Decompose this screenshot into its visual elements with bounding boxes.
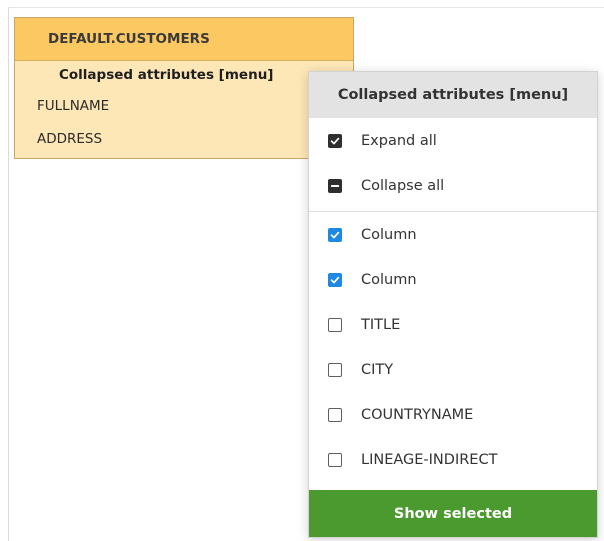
expand-all-item[interactable]: Expand all [309,118,597,163]
menu-title: Collapsed attributes [menu] [309,72,597,118]
attribute-row-address[interactable]: ADDRESS [15,122,353,155]
checked-square-icon [328,133,342,148]
collapsed-attributes-menu-trigger[interactable]: Collapsed attributes [menu] [15,61,353,89]
checkbox-checked-icon[interactable] [328,272,342,287]
collapse-all-item[interactable]: Collapse all [309,163,597,208]
checkbox-unchecked-icon[interactable] [328,362,342,377]
minus-square-icon [328,178,342,193]
entity-title[interactable]: DEFAULT.CUSTOMERS [15,18,353,61]
option-label: COUNTRYNAME [361,406,474,423]
option-label: Column [361,226,417,243]
menu-item-label: Expand all [361,132,437,149]
option-label: LINEAGE-INDIRECT [361,451,498,468]
option-label: CITY [361,361,394,378]
option-title[interactable]: TITLE [309,302,597,347]
collapsed-attributes-menu: Collapsed attributes [menu] Expand all C… [308,71,598,538]
option-label: TITLE [361,316,401,333]
option-countryname[interactable]: COUNTRYNAME [309,392,597,437]
option-lineage-indirect[interactable]: LINEAGE-INDIRECT [309,437,597,482]
option-city[interactable]: CITY [309,347,597,392]
show-selected-button[interactable]: Show selected [309,490,597,537]
option-label: Column [361,271,417,288]
menu-item-label: Collapse all [361,177,445,194]
attribute-row-fullname[interactable]: FULLNAME [15,89,353,122]
checkbox-checked-icon[interactable] [328,227,342,242]
checkbox-unchecked-icon[interactable] [328,407,342,422]
option-column-2[interactable]: Column [309,257,597,302]
entity-card[interactable]: DEFAULT.CUSTOMERS Collapsed attributes [… [14,17,354,159]
option-column-1[interactable]: Column [309,212,597,257]
checkbox-unchecked-icon[interactable] [328,452,342,467]
checkbox-unchecked-icon[interactable] [328,317,342,332]
